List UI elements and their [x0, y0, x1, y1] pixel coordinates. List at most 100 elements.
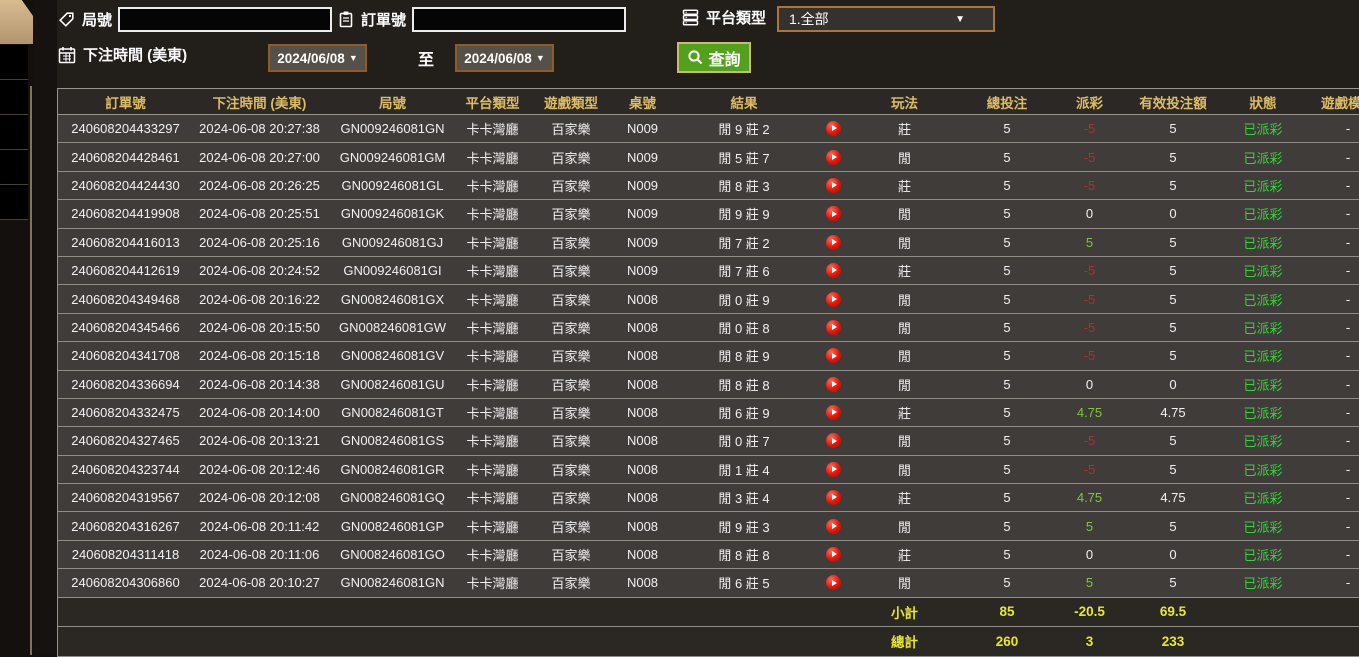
cell-game: 百家樂: [526, 403, 616, 422]
cell-replay: [819, 235, 847, 250]
cell-table-no: N009: [616, 121, 669, 136]
cell-replay: [819, 433, 847, 448]
cell-game: 百家樂: [526, 346, 616, 365]
magnifier-icon: [687, 49, 704, 66]
cell-valid-bet: 5: [1127, 178, 1219, 193]
cell-round: GN009246081GJ: [326, 235, 459, 250]
cell-platform: 卡卡灣廳: [459, 233, 526, 252]
cell-payout: 4.75: [1052, 405, 1127, 420]
play-icon[interactable]: [826, 150, 841, 165]
table-row: 240608204311418 2024-06-08 20:11:06 GN00…: [58, 541, 1359, 569]
cell-game: 百家樂: [526, 318, 616, 337]
order-input[interactable]: [412, 7, 626, 32]
left-menu-strip: [0, 45, 28, 220]
cell-mode: -: [1307, 490, 1359, 505]
cell-valid-bet: 5: [1127, 575, 1219, 590]
cell-total-bet: 5: [962, 519, 1052, 534]
cell-order: 240608204323744: [58, 462, 193, 477]
cell-time: 2024-06-08 20:12:08: [193, 490, 326, 505]
play-icon[interactable]: [826, 206, 841, 221]
round-filter: 局號: [57, 7, 332, 32]
cell-valid-bet: 4.75: [1127, 490, 1219, 505]
cell-order: 240608204424430: [58, 178, 193, 193]
cell-payout: -5: [1052, 348, 1127, 363]
play-icon[interactable]: [826, 121, 841, 136]
cell-status: 已派彩: [1219, 233, 1307, 252]
cell-round: GN008246081GP: [326, 519, 459, 534]
left-gutter: [33, 0, 57, 655]
search-button[interactable]: 查詢: [677, 42, 751, 73]
cell-play: 莊: [847, 119, 962, 138]
cell-status: 已派彩: [1219, 176, 1307, 195]
play-icon[interactable]: [826, 433, 841, 448]
cell-result: 閒 8 莊 8: [669, 375, 819, 394]
cell-round: GN008246081GO: [326, 547, 459, 562]
cell-status: 已派彩: [1219, 517, 1307, 536]
cell-replay: [819, 121, 847, 136]
play-icon[interactable]: [826, 519, 841, 534]
total-payout: 3: [1052, 634, 1127, 649]
cell-payout: -5: [1052, 178, 1127, 193]
play-icon[interactable]: [826, 320, 841, 335]
cell-platform: 卡卡灣廳: [459, 375, 526, 394]
total-total-bet: 260: [962, 634, 1052, 649]
date-to-picker[interactable]: 2024/06/08 ▼: [455, 44, 554, 72]
play-icon[interactable]: [826, 547, 841, 562]
cell-time: 2024-06-08 20:25:51: [193, 206, 326, 221]
table-row: 240608204416013 2024-06-08 20:25:16 GN00…: [58, 229, 1359, 257]
col-header-valid-bet: 有效投注額: [1127, 92, 1219, 112]
cell-game: 百家樂: [526, 261, 616, 280]
play-icon[interactable]: [826, 348, 841, 363]
cell-total-bet: 5: [962, 320, 1052, 335]
cell-status: 已派彩: [1219, 290, 1307, 309]
cell-mode: -: [1307, 178, 1359, 193]
cell-play: 莊: [847, 261, 962, 280]
cell-valid-bet: 5: [1127, 433, 1219, 448]
cell-payout: -5: [1052, 462, 1127, 477]
date-from-picker[interactable]: 2024/06/08 ▼: [268, 44, 367, 72]
play-icon[interactable]: [826, 575, 841, 590]
cell-time: 2024-06-08 20:25:16: [193, 235, 326, 250]
play-icon[interactable]: [826, 490, 841, 505]
table-row: 240608204433297 2024-06-08 20:27:38 GN00…: [58, 115, 1359, 143]
cell-valid-bet: 5: [1127, 462, 1219, 477]
cell-table-no: N008: [616, 377, 669, 392]
cell-status: 已派彩: [1219, 346, 1307, 365]
cell-payout: 5: [1052, 235, 1127, 250]
play-icon[interactable]: [826, 462, 841, 477]
cell-round: GN008246081GW: [326, 320, 459, 335]
cell-round: GN008246081GN: [326, 575, 459, 590]
cell-table-no: N009: [616, 235, 669, 250]
cell-result: 閒 6 莊 9: [669, 403, 819, 422]
cell-order: 240608204311418: [58, 547, 193, 562]
total-row: 總計 260 3 233: [58, 627, 1359, 657]
cell-mode: -: [1307, 320, 1359, 335]
play-icon[interactable]: [826, 405, 841, 420]
cell-table-no: N008: [616, 433, 669, 448]
cell-status: 已派彩: [1219, 261, 1307, 280]
play-icon[interactable]: [826, 292, 841, 307]
date-to-value: 2024/06/08: [464, 51, 532, 66]
platform-select[interactable]: 1.全部 ▼: [777, 6, 995, 32]
play-icon[interactable]: [826, 377, 841, 392]
play-icon[interactable]: [826, 263, 841, 278]
cell-game: 百家樂: [526, 290, 616, 309]
cell-table-no: N008: [616, 462, 669, 477]
cell-order: 240608204341708: [58, 348, 193, 363]
stack-icon: [681, 8, 700, 27]
date-from-value: 2024/06/08: [277, 51, 345, 66]
cell-total-bet: 5: [962, 348, 1052, 363]
cell-round: GN009246081GN: [326, 121, 459, 136]
play-icon[interactable]: [826, 178, 841, 193]
cell-valid-bet: 5: [1127, 263, 1219, 278]
table-row: 240608204428461 2024-06-08 20:27:00 GN00…: [58, 143, 1359, 171]
cell-valid-bet: 0: [1127, 206, 1219, 221]
col-header-result: 結果: [669, 92, 819, 112]
round-input[interactable]: [118, 7, 332, 32]
play-icon[interactable]: [826, 235, 841, 250]
cell-replay: [819, 150, 847, 165]
cell-status: 已派彩: [1219, 573, 1307, 592]
table-row: 240608204419908 2024-06-08 20:25:51 GN00…: [58, 200, 1359, 228]
cell-play: 閒: [847, 233, 962, 252]
cell-replay: [819, 348, 847, 363]
